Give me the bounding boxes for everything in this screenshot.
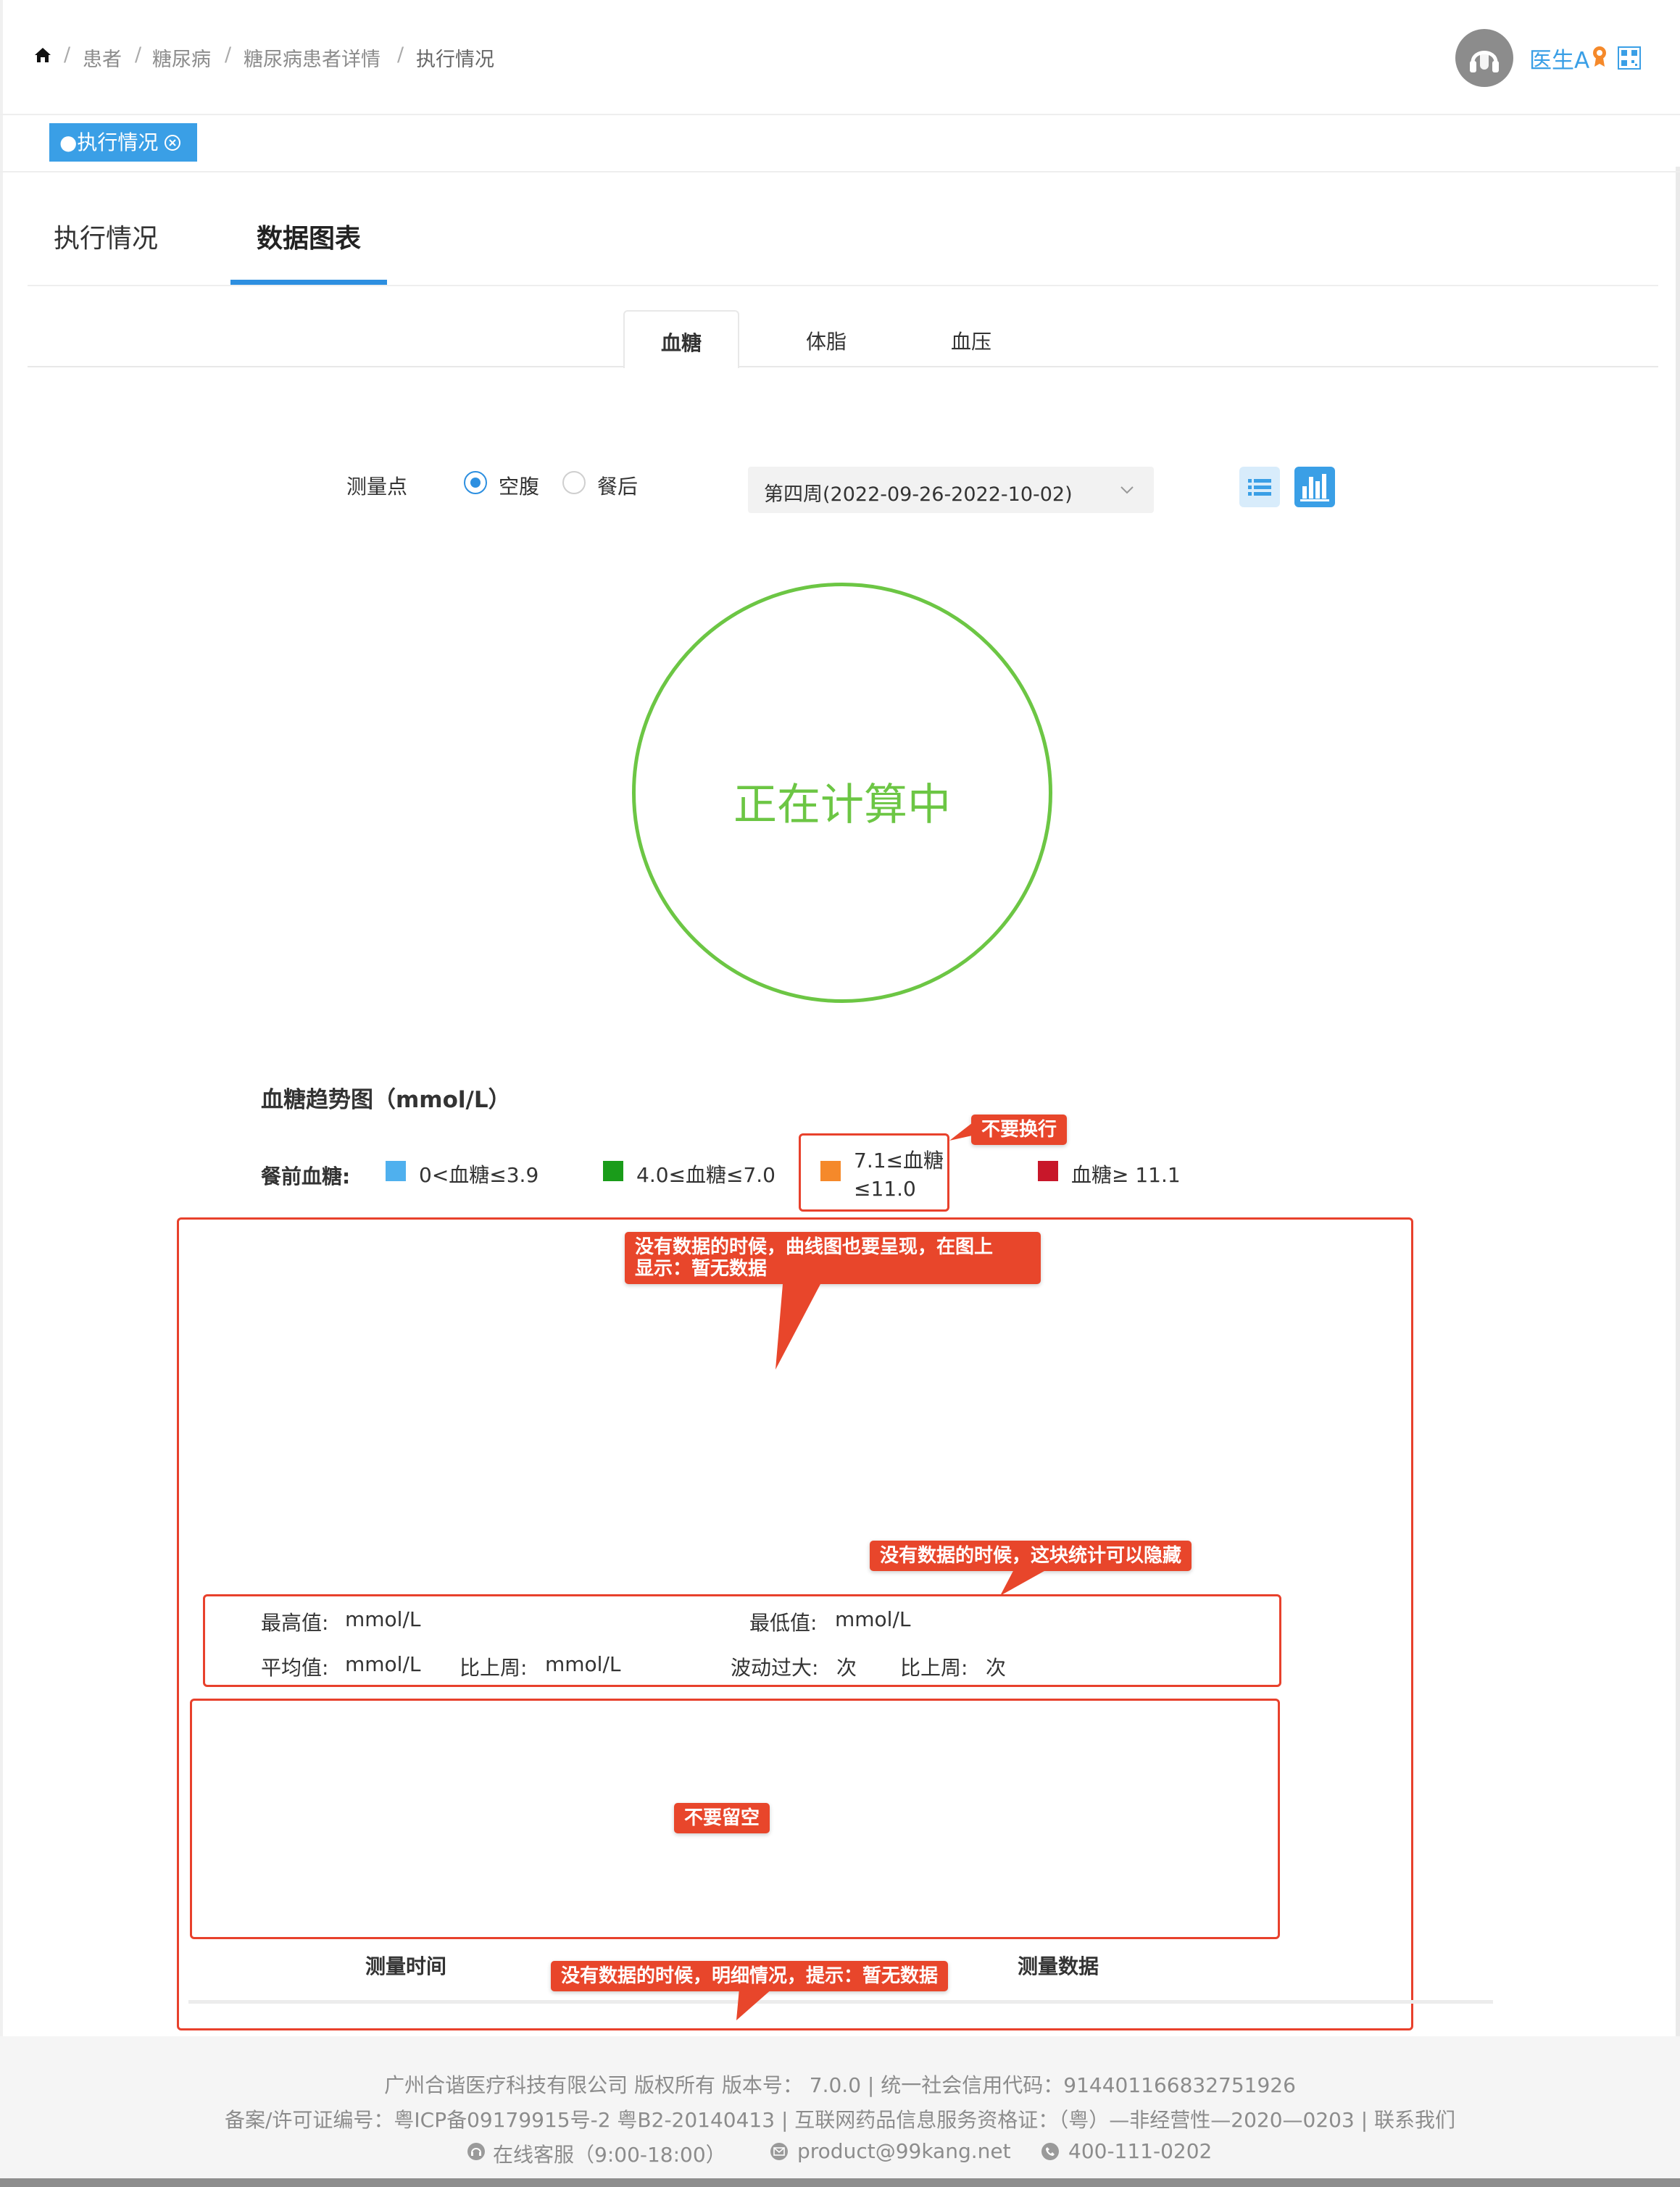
tab-data-chart[interactable]: 数据图表 (257, 217, 361, 255)
radio-fasting[interactable] (464, 471, 487, 494)
header-divider (0, 114, 1680, 115)
legend-label-high-line2: ≤11.0 (854, 1177, 916, 1201)
tab-tag-execution[interactable]: ●执行情况 (49, 123, 197, 162)
stat-vs-last2-label: 比上周: (900, 1656, 968, 1680)
footer-email[interactable]: product@99kang.net (797, 2139, 1011, 2163)
legend-title: 餐前血糖: (261, 1165, 351, 1188)
legend-label-very-high: 血糖≥ 11.1 (1071, 1163, 1181, 1187)
stat-avg-unit: mmol/L (345, 1652, 421, 1676)
radio-after-meal-label[interactable]: 餐后 (597, 471, 638, 500)
legend-swatch-normal (603, 1161, 623, 1181)
sub-tab-body-fat[interactable]: 体脂 (806, 326, 847, 355)
note-no-blank-text: 不要留空 (684, 1807, 760, 1829)
footer-phone[interactable]: 400-111-0202 (1068, 2139, 1212, 2163)
bottom-scrollbar[interactable] (0, 2178, 1680, 2187)
note-no-blank: 不要留空 (674, 1803, 770, 1833)
note-detail-empty-text: 没有数据的时候，明细情况，提示：暂无数据 (561, 1965, 939, 1987)
note-no-wrap: 不要换行 (971, 1115, 1068, 1145)
sub-tabs-divider (28, 366, 1658, 367)
home-icon[interactable] (33, 46, 52, 64)
qrcode-icon[interactable] (1618, 46, 1641, 70)
tab-active-indicator (230, 280, 387, 285)
stat-fluct-unit: 次 (836, 1656, 857, 1680)
avatar[interactable] (1455, 29, 1513, 87)
status-circle-text: 正在计算中 (733, 780, 951, 830)
legend-label-low: 0<血糖≤3.9 (419, 1163, 539, 1187)
phone-icon (1041, 2143, 1059, 2160)
stat-min-unit: mmol/L (835, 1607, 911, 1631)
note-no-wrap-text: 不要换行 (981, 1119, 1057, 1141)
close-circle-icon[interactable] (164, 134, 181, 151)
note-chart-empty: 没有数据的时候，曲线图也要呈现，在图上 显示：暂无数据 (625, 1232, 1041, 1284)
right-scroll-edge (1676, 167, 1680, 2044)
headset-icon (1470, 51, 1499, 72)
week-select-value: 第四周(2022-09-26-2022-10-02) (764, 483, 1073, 506)
badge-icon (1593, 46, 1606, 67)
note-detail-empty-pointer (736, 1988, 773, 2020)
legend-swatch-very-high (1038, 1161, 1058, 1181)
breadcrumb-separator: / (135, 43, 142, 66)
stat-max-unit: mmol/L (345, 1607, 421, 1631)
tagbar-divider (0, 171, 1680, 172)
breadcrumb-separator: / (64, 43, 71, 66)
bar-chart-icon (1300, 474, 1329, 501)
legend-label-high-line1: 7.1≤血糖 (854, 1149, 944, 1172)
user-name[interactable]: 医生A (1529, 42, 1589, 75)
stat-vs-last-unit: mmol/L (545, 1652, 621, 1676)
breadcrumb-item-patient-detail[interactable]: 糖尿病患者详情 (244, 43, 381, 72)
measure-point-label: 测量点 (346, 475, 408, 499)
table-header-divider (188, 2000, 1493, 2004)
footer-license[interactable]: 备案/许可证编号：粤ICP备09179915号-2 粤B2-20140413 |… (0, 2104, 1680, 2133)
footer-online-service[interactable]: 在线客服（9:00-18:00） (493, 2139, 726, 2168)
stat-fluct-label: 波动过大: (731, 1656, 819, 1680)
chart-view-button[interactable] (1294, 467, 1335, 507)
sub-tab-blood-sugar[interactable]: 血糖 (661, 328, 702, 357)
breadcrumb-item-diabetes[interactable]: 糖尿病 (152, 43, 211, 72)
list-view-button[interactable] (1239, 467, 1280, 507)
breadcrumb-separator: / (225, 43, 232, 66)
note-chart-empty-line1: 没有数据的时候，曲线图也要呈现，在图上 (635, 1236, 994, 1258)
list-icon (1248, 479, 1271, 496)
stat-vs-last2-unit: 次 (986, 1656, 1007, 1680)
stat-avg-label: 平均值: (261, 1656, 329, 1680)
note-detail-empty: 没有数据的时候，明细情况，提示：暂无数据 (551, 1961, 949, 1991)
note-hide-stats: 没有数据的时候，这块统计可以隐藏 (870, 1541, 1192, 1571)
legend-swatch-high (820, 1161, 841, 1181)
left-edge (0, 0, 3, 2044)
tab-tag-label: ●执行情况 (59, 130, 159, 154)
note-no-wrap-pointer (949, 1120, 976, 1141)
sub-tab-blood-pressure[interactable]: 血压 (951, 326, 991, 355)
breadcrumb-item-current: 执行情况 (416, 49, 494, 71)
footer-copyright: 广州合谐医疗科技有限公司 版权所有 版本号： 7.0.0 | 统一社会信用代码：… (384, 2073, 1296, 2097)
headset-icon (467, 2143, 485, 2160)
table-col-time: 测量时间 (365, 1954, 447, 1978)
tab-execution[interactable]: 执行情况 (54, 217, 158, 255)
breadcrumb-separator: / (397, 43, 404, 66)
note-hide-stats-pointer (1000, 1568, 1049, 1596)
mail-icon (770, 2143, 788, 2160)
radio-fasting-label[interactable]: 空腹 (499, 471, 539, 500)
note-chart-empty-line2: 显示：暂无数据 (635, 1258, 768, 1280)
trend-title: 血糖趋势图（mmol/L） (261, 1087, 511, 1113)
stat-max-label: 最高值: (261, 1611, 329, 1635)
stat-min-label: 最低值: (749, 1611, 818, 1635)
table-col-data: 测量数据 (1018, 1954, 1099, 1978)
legend-swatch-low (386, 1161, 406, 1181)
chevron-down-icon (1120, 486, 1134, 494)
breadcrumb-item-patients[interactable]: 患者 (83, 43, 122, 72)
main-tabs-divider (28, 285, 1658, 286)
note-hide-stats-text: 没有数据的时候，这块统计可以隐藏 (880, 1545, 1182, 1567)
note-chart-empty-pointer (775, 1284, 820, 1370)
week-select[interactable]: 第四周(2022-09-26-2022-10-02) (748, 467, 1154, 513)
legend-label-normal: 4.0≤血糖≤7.0 (636, 1163, 775, 1187)
radio-after-meal[interactable] (562, 471, 586, 494)
stat-vs-last-label: 比上周: (459, 1656, 528, 1680)
